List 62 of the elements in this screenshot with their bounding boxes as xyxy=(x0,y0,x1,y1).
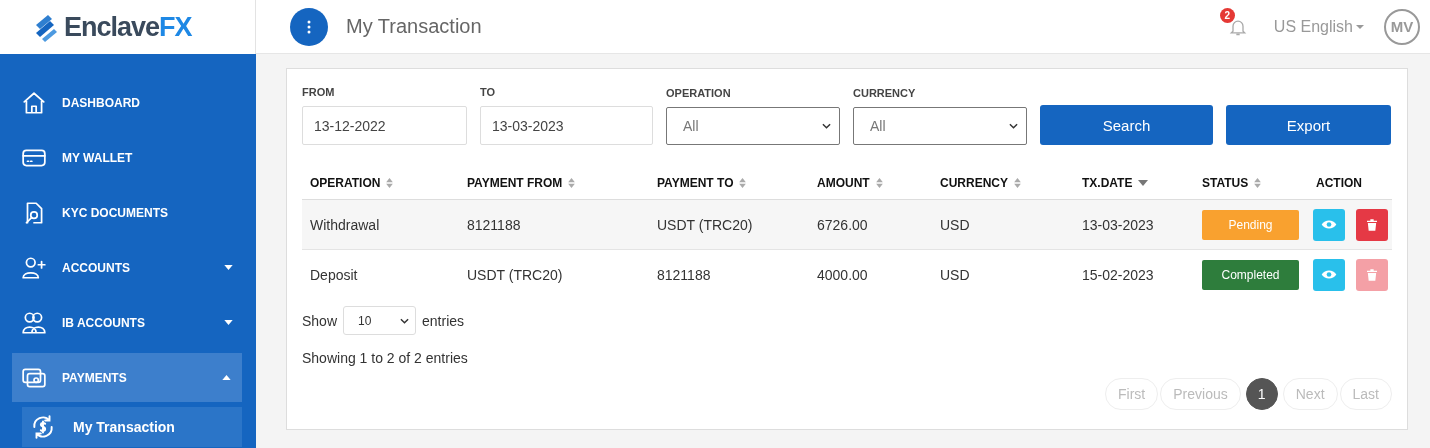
table-cell-text: 4000.00 xyxy=(816,265,869,285)
sidebar-subitem[interactable]: My Transaction xyxy=(22,407,242,447)
field-label: FROM xyxy=(302,86,336,98)
table-cell-text: 13-03-2023 xyxy=(1081,215,1155,235)
table-cell-text: Withdrawal xyxy=(309,215,381,235)
users-icon xyxy=(21,309,47,336)
column-header[interactable]: PAYMENT FROM xyxy=(459,166,649,199)
menu-button[interactable] xyxy=(290,7,328,46)
select-field[interactable]: All xyxy=(853,107,1027,145)
column-header[interactable]: AMOUNT xyxy=(809,166,932,199)
column-header[interactable]: OPERATION xyxy=(302,166,459,199)
chevron-down-icon xyxy=(1009,123,1018,129)
delete-button[interactable] xyxy=(1356,208,1388,241)
select-field[interactable]: All xyxy=(666,107,840,145)
vertical-dots-icon xyxy=(307,19,311,34)
table-cell-text: USDT (TRC20) xyxy=(656,215,754,235)
column-header[interactable]: TX.DATE xyxy=(1074,166,1194,199)
status-badge: Pending xyxy=(1202,209,1299,240)
table-cell-text: 8121188 xyxy=(656,265,712,285)
caret-icon xyxy=(1356,24,1364,29)
date-field[interactable]: 13-12-2022 xyxy=(302,106,467,145)
language-dropdown[interactable]: US English xyxy=(1273,17,1364,36)
entries-label: entries xyxy=(422,312,465,329)
chevron-down-icon xyxy=(822,123,831,129)
chevron-down-icon xyxy=(400,317,410,324)
table-cell-text: 8121188 xyxy=(466,215,522,235)
user-plus-icon xyxy=(21,254,47,281)
table-cell-text: Deposit xyxy=(309,265,359,285)
table-info: Showing 1 to 2 of 2 entries xyxy=(302,350,469,366)
trash-icon xyxy=(1367,268,1377,281)
table-cell-text: USD xyxy=(939,215,971,235)
table-cell-text: USD xyxy=(939,265,971,285)
eye-icon xyxy=(1321,269,1337,280)
dollar-cycle-icon xyxy=(30,414,56,440)
column-header[interactable]: PAYMENT TO xyxy=(649,166,809,199)
field-label: CURRENCY xyxy=(853,87,917,99)
pagination-button[interactable]: 1 xyxy=(1245,378,1278,410)
page-title: My Transaction xyxy=(346,15,482,38)
field-label: TO xyxy=(480,86,497,98)
notification-badge: 2 xyxy=(1219,7,1235,23)
sidebar-item[interactable]: ACCOUNTS xyxy=(0,240,256,295)
search-button[interactable]: Search xyxy=(1040,105,1213,145)
date-field[interactable]: 13-03-2023 xyxy=(480,106,653,145)
export-button[interactable]: Export xyxy=(1226,105,1391,145)
sidebar-item[interactable]: IB ACCOUNTS xyxy=(0,295,256,350)
eye-icon xyxy=(1321,219,1337,230)
field-label: OPERATION xyxy=(666,87,732,99)
sidebar-item[interactable]: DASHBOARD xyxy=(0,75,256,130)
column-header[interactable]: ACTION xyxy=(1308,166,1391,199)
page-size-select[interactable]: 10 xyxy=(343,306,417,335)
column-header[interactable]: STATUS xyxy=(1194,166,1308,199)
sidebar-item[interactable]: MY WALLET xyxy=(0,130,256,185)
trash-icon xyxy=(1367,218,1377,231)
sidebar-item[interactable]: PAYMENTS xyxy=(12,353,242,402)
show-label: Show xyxy=(302,312,338,329)
table-cell-text: 6726.00 xyxy=(816,215,869,235)
table-cell-text: 15-02-2023 xyxy=(1081,265,1155,285)
brand-logo[interactable]: EnclaveFX xyxy=(64,11,192,43)
status-badge: Completed xyxy=(1202,259,1299,290)
table-cell-text: USDT (TRC20) xyxy=(466,265,564,285)
column-header[interactable]: CURRENCY xyxy=(932,166,1074,199)
sidebar-item[interactable]: KYC DOCUMENTS xyxy=(0,185,256,240)
